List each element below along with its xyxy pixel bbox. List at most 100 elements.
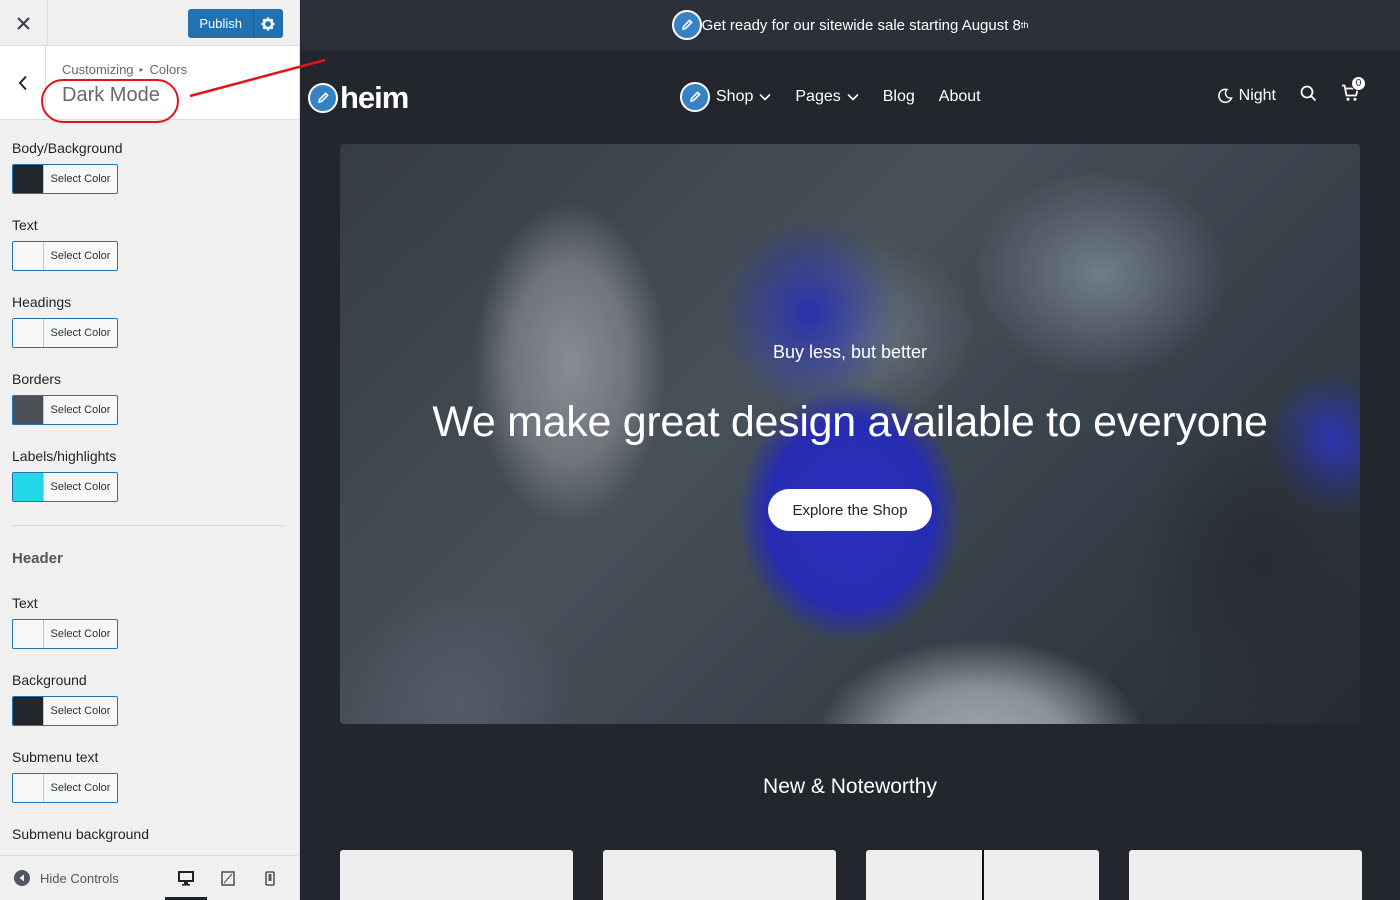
breadcrumb-separator-icon: ▸ bbox=[139, 65, 144, 74]
site-header: heim Shop Pages Blog About Night 0 bbox=[300, 50, 1400, 144]
control-label: Labels/highlights bbox=[12, 448, 117, 464]
breadcrumb-item: Customizing bbox=[62, 62, 134, 77]
color-control: Borders Select Color bbox=[12, 371, 287, 425]
collapse-icon bbox=[14, 870, 30, 886]
select-color-button[interactable]: Select Color bbox=[12, 241, 118, 271]
publish-button[interactable]: Publish bbox=[188, 9, 253, 38]
announcement-text: Get ready for our sitewide sale starting… bbox=[701, 16, 1021, 34]
color-control: Submenu text Select Color bbox=[12, 749, 287, 803]
select-color-label: Select Color bbox=[44, 165, 117, 193]
select-color-label: Select Color bbox=[44, 774, 117, 802]
customizer-sidebar: Publish Customizing ▸ Colors Dark Mode B… bbox=[0, 0, 300, 900]
breadcrumb-item: Colors bbox=[149, 62, 188, 77]
control-label: Text bbox=[12, 595, 38, 611]
product-card[interactable] bbox=[340, 850, 573, 900]
edit-shortcut-pencil-icon[interactable] bbox=[680, 82, 710, 112]
select-color-label: Select Color bbox=[44, 620, 117, 648]
chevron-down-icon bbox=[847, 93, 859, 101]
back-button[interactable] bbox=[0, 46, 46, 120]
color-swatch bbox=[13, 242, 44, 270]
menu-item-label: About bbox=[938, 88, 981, 105]
control-label: Background bbox=[12, 672, 87, 688]
search-icon bbox=[1300, 85, 1317, 101]
section-heading: New & Noteworthy bbox=[763, 775, 937, 798]
select-color-label: Select Color bbox=[44, 473, 117, 501]
cart-button[interactable]: 0 bbox=[1341, 76, 1366, 107]
product-card[interactable] bbox=[1129, 850, 1362, 900]
color-control: Text Select Color bbox=[12, 217, 287, 271]
tablet-icon bbox=[221, 870, 235, 886]
announcement-sup: th bbox=[1020, 20, 1029, 30]
divider bbox=[12, 525, 285, 526]
menu-item-pages[interactable]: Pages bbox=[795, 88, 859, 106]
explore-shop-button[interactable]: Explore the Shop bbox=[768, 489, 932, 531]
hero-banner: Buy less, but better We make great desig… bbox=[340, 144, 1360, 724]
control-label: Text bbox=[12, 217, 38, 233]
chevron-left-icon bbox=[18, 75, 27, 91]
menu-item-label: Pages bbox=[795, 88, 841, 105]
product-card[interactable] bbox=[603, 850, 836, 900]
moon-icon bbox=[1217, 88, 1233, 103]
color-control: Text Select Color bbox=[12, 595, 287, 649]
select-color-button[interactable]: Select Color bbox=[12, 395, 118, 425]
customizer-footer: Hide Controls bbox=[0, 855, 299, 900]
controls-list: Body/Background Select Color Text Select… bbox=[0, 120, 299, 842]
breadcrumb: Customizing ▸ Colors bbox=[62, 62, 187, 77]
hero-title: We make great design available to everyo… bbox=[432, 398, 1268, 446]
product-card[interactable] bbox=[866, 850, 1099, 900]
select-color-button[interactable]: Select Color bbox=[12, 318, 118, 348]
product-image-detail bbox=[982, 850, 984, 900]
control-label: Body/Background bbox=[12, 140, 123, 156]
desktop-icon bbox=[178, 870, 194, 886]
select-color-label: Select Color bbox=[44, 697, 117, 725]
mobile-icon bbox=[265, 870, 275, 886]
select-color-label: Select Color bbox=[44, 319, 117, 347]
select-color-button[interactable]: Select Color bbox=[12, 696, 118, 726]
hide-controls-label: Hide Controls bbox=[40, 870, 119, 886]
publish-settings-button[interactable] bbox=[253, 9, 283, 38]
edit-shortcut-pencil-icon[interactable] bbox=[308, 83, 338, 113]
night-mode-toggle[interactable]: Night bbox=[1217, 87, 1276, 105]
edit-shortcut-pencil-icon[interactable] bbox=[671, 10, 702, 40]
select-color-button[interactable]: Select Color bbox=[12, 472, 118, 502]
chevron-down-icon bbox=[759, 93, 771, 101]
select-color-label: Select Color bbox=[44, 396, 117, 424]
menu-item-label: Shop bbox=[716, 88, 754, 105]
main-menu: Shop Pages Blog About bbox=[680, 82, 981, 112]
control-label: Borders bbox=[12, 371, 62, 387]
logo-text: heim bbox=[340, 80, 409, 115]
product-grid bbox=[340, 850, 1362, 900]
color-swatch bbox=[13, 319, 44, 347]
device-desktop-button[interactable] bbox=[165, 856, 207, 900]
select-color-button[interactable]: Select Color bbox=[12, 619, 118, 649]
control-label: Headings bbox=[12, 294, 72, 310]
gear-icon bbox=[261, 17, 275, 30]
section-header: Customizing ▸ Colors Dark Mode bbox=[0, 46, 299, 120]
device-tablet-button[interactable] bbox=[207, 856, 249, 900]
control-label: Submenu background bbox=[12, 826, 149, 842]
cart-count-badge: 0 bbox=[1351, 76, 1366, 91]
select-color-button[interactable]: Select Color bbox=[12, 773, 118, 803]
publish-group: Publish bbox=[188, 9, 283, 38]
site-logo[interactable]: heim bbox=[308, 80, 409, 116]
select-color-button[interactable]: Select Color bbox=[12, 164, 118, 194]
color-control: Background Select Color bbox=[12, 672, 287, 726]
menu-item-shop[interactable]: Shop bbox=[680, 82, 771, 112]
hide-controls-button[interactable]: Hide Controls bbox=[0, 870, 165, 886]
menu-item-about[interactable]: About bbox=[939, 88, 981, 106]
device-mobile-button[interactable] bbox=[249, 856, 291, 900]
color-control: Body/Background Select Color bbox=[12, 140, 287, 194]
site-preview: Get ready for our sitewide sale starting… bbox=[300, 0, 1400, 900]
color-swatch bbox=[13, 697, 44, 725]
control-label: Submenu text bbox=[12, 749, 99, 765]
color-control: Headings Select Color bbox=[12, 294, 287, 348]
select-color-label: Select Color bbox=[44, 242, 117, 270]
device-switcher bbox=[165, 856, 291, 900]
menu-item-label: Blog bbox=[882, 88, 915, 105]
search-button[interactable] bbox=[1300, 85, 1317, 107]
color-swatch bbox=[13, 396, 44, 424]
close-customizer-button[interactable] bbox=[0, 0, 48, 46]
close-icon bbox=[17, 16, 30, 30]
menu-item-blog[interactable]: Blog bbox=[883, 88, 915, 106]
color-swatch bbox=[13, 620, 44, 648]
